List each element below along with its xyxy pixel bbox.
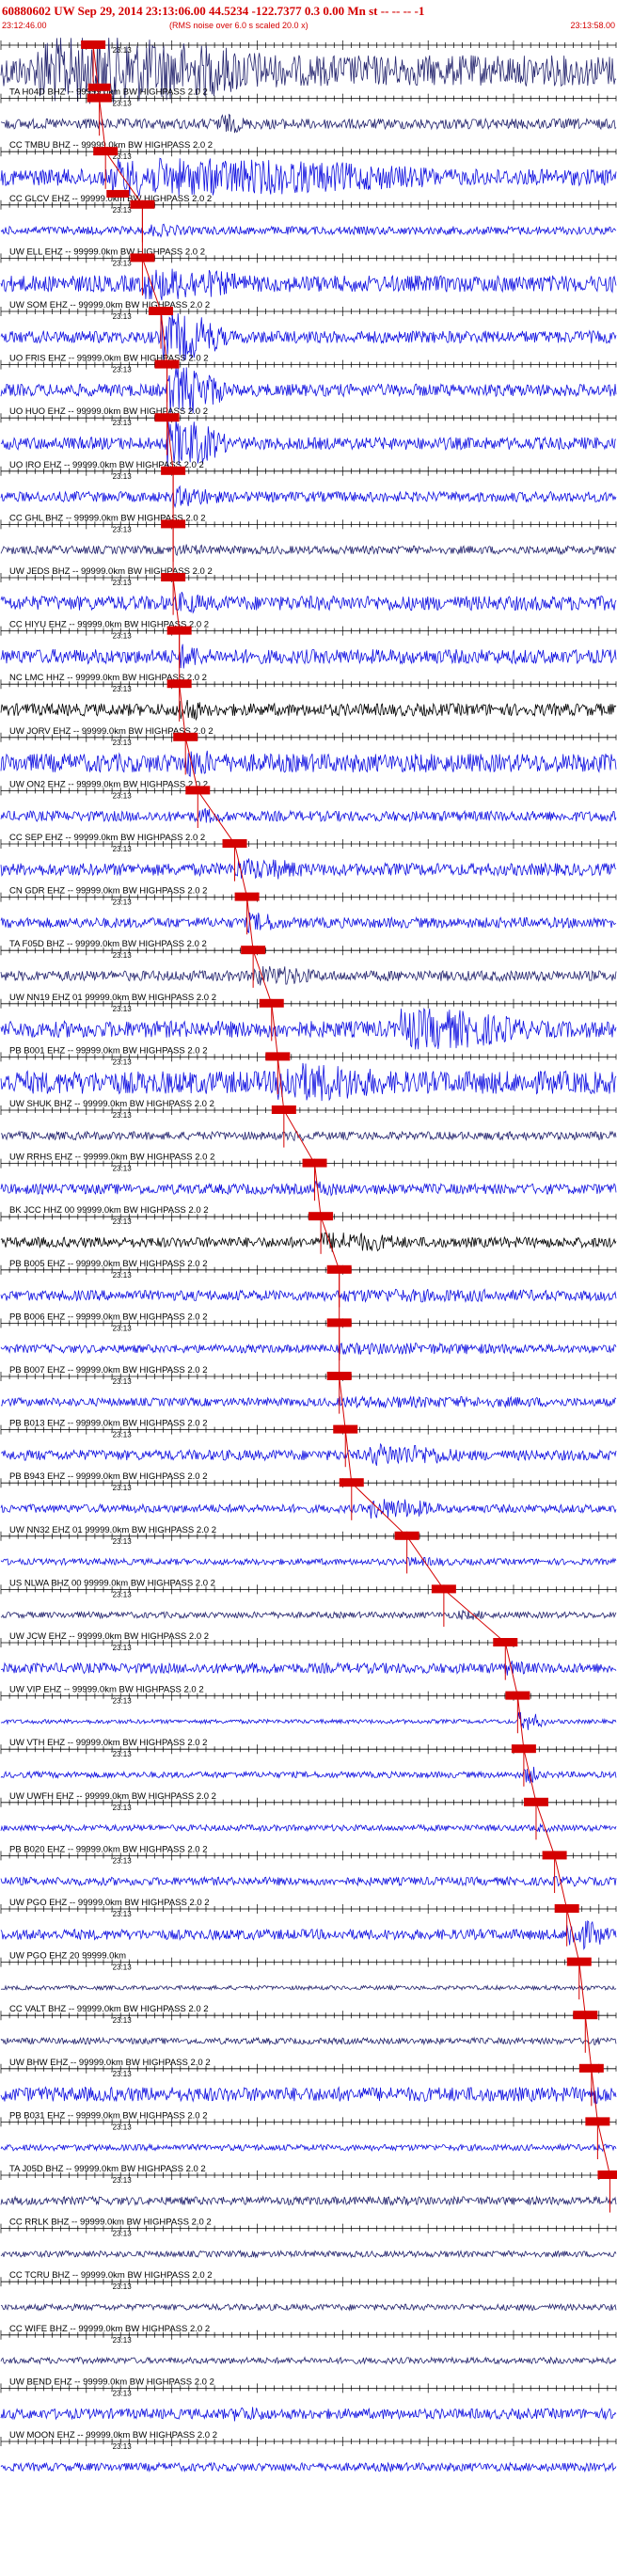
minute-marker: '23:13 [111, 1324, 132, 1332]
minute-marker: '23:13 [111, 1537, 132, 1546]
trace-label: UW ELL EHZ -- 99999.0km BW HIGHPASS 2.0 … [9, 246, 205, 257]
trace-label: CC WIFE BHZ -- 99999.0km BW HIGHPASS 2.0… [9, 2324, 210, 2334]
trace-label: PB B007 EHZ -- 99999.0km BW HIGHPASS 2.0… [9, 1365, 208, 1375]
trace-label: PB B006 EHZ -- 99999.0km BW HIGHPASS 2.0… [9, 1312, 208, 1322]
pick-marker-secondary [87, 83, 111, 91]
minute-marker: '23:13 [111, 2336, 132, 2345]
minute-marker: '23:13 [111, 791, 132, 800]
trace-label: UW RRHS EHZ -- 99999.0km BW HIGHPASS 2.0… [9, 1153, 214, 1163]
minute-marker: '23:13 [111, 1484, 132, 1492]
minute-marker: '23:13 [111, 1377, 132, 1386]
seismogram-sheet: 60880602 UW Sep 29, 2014 23:13:06.00 44.… [0, 0, 617, 2576]
trace-label: US NLWA BHZ 00 99999.0km BW HIGHPASS 2.0… [9, 1578, 215, 1588]
trace-label: PB B943 EHZ -- 99999.0km BW HIGHPASS 2.0… [9, 1471, 208, 1482]
trace-label: UW VTH EHZ -- 99999.0km BW HIGHPASS 2.0 … [9, 1738, 207, 1748]
minute-marker: '23:13 [111, 419, 132, 427]
trace-label: UW JCW EHZ -- 99999.0km BW HIGHPASS 2.0 … [9, 1631, 209, 1642]
minute-marker: '23:13 [111, 739, 132, 747]
minute-marker: '23:13 [111, 472, 132, 481]
trace-label: UW MOON EHZ -- 99999.0km BW HIGHPASS 2.0… [9, 2430, 217, 2441]
trace-label: CC RRLK BHZ -- 99999.0km BW HIGHPASS 2.0… [9, 2218, 212, 2228]
trace-label: TA F05D BHZ -- 99999.0km BW HIGHPASS 2.0… [9, 939, 207, 949]
trace-label: UW NN19 EHZ 01 99999.0km BW HIGHPASS 2.0… [9, 993, 216, 1003]
minute-marker: '23:13 [111, 579, 132, 587]
minute-marker: '23:13 [111, 1964, 132, 1972]
minute-marker: '23:13 [111, 632, 132, 641]
event-title: 60880602 UW Sep 29, 2014 23:13:06.00 44.… [2, 4, 424, 18]
trace-label: UW BEND EHZ -- 99999.0km BW HIGHPASS 2.0… [9, 2377, 214, 2387]
minute-marker: '23:13 [111, 1750, 132, 1758]
minute-marker: '23:13 [111, 1697, 132, 1706]
minute-marker: '23:13 [111, 1590, 132, 1598]
trace-label: UW VIP EHZ -- 99999.0km BW HIGHPASS 2.0 … [9, 1685, 204, 1695]
minute-marker: '23:13 [111, 898, 132, 907]
trace-label: UW PGO EHZ -- 99999.0km BW HIGHPASS 2.0 … [9, 1898, 210, 1908]
trace-label: CN GDR EHZ -- 99999.0km BW HIGHPASS 2.0 … [9, 886, 207, 897]
trace-label: PB B031 EHZ -- 99999.0km BW HIGHPASS 2.0… [9, 2110, 208, 2121]
minute-marker: '23:13 [111, 2282, 132, 2291]
trace-label: UW SHUK BHZ -- 99999.0km BW HIGHPASS 2.0… [9, 1099, 214, 1109]
trace-label: PB B020 EHZ -- 99999.0km BW HIGHPASS 2.0… [9, 1844, 208, 1854]
minute-marker: '23:13 [111, 100, 132, 108]
minute-marker: '23:13 [111, 1644, 132, 1652]
minute-marker: '23:13 [111, 2016, 132, 2025]
trace-label: PB B013 EHZ -- 99999.0km BW HIGHPASS 2.0… [9, 1419, 208, 1429]
minute-marker: '23:13 [111, 1217, 132, 1226]
minute-marker: '23:13 [111, 1111, 132, 1120]
minute-marker: '23:13 [111, 525, 132, 533]
trace-label: CC VALT BHZ -- 99999.0km BW HIGHPASS 2.0… [9, 2004, 209, 2014]
minute-marker: '23:13 [111, 2389, 132, 2397]
start-time-label: 23:12:46.00 [2, 21, 47, 30]
trace-label: CC SEP EHZ -- 99999.0km BW HIGHPASS 2.0 … [9, 833, 205, 843]
minute-marker: '23:13 [111, 845, 132, 853]
minute-marker: '23:13 [111, 312, 132, 321]
minute-marker: '23:13 [111, 685, 132, 693]
minute-marker: '23:13 [111, 2442, 132, 2451]
minute-marker: '23:13 [111, 1057, 132, 1066]
minute-marker: '23:13 [111, 1005, 132, 1013]
trace-label: TA J05D BHZ -- 99999.0km BW HIGHPASS 2.0… [9, 2164, 206, 2174]
trace-label: PB B001 EHZ -- 99999.0km BW HIGHPASS 2.0… [9, 1045, 208, 1056]
end-time-label: 23:13:58.00 [570, 21, 615, 30]
trace-label: UW UWFH EHZ -- 99999.0km BW HIGHPASS 2.0… [9, 1791, 216, 1802]
minute-marker: '23:13 [111, 259, 132, 267]
minute-marker: '23:13 [111, 951, 132, 960]
minute-marker: '23:13 [111, 366, 132, 374]
pick-marker-secondary [106, 189, 130, 198]
trace-label: PB B005 EHZ -- 99999.0km BW HIGHPASS 2.0… [9, 1259, 208, 1269]
pick-marker [597, 2171, 617, 2179]
minute-marker: '23:13 [111, 2230, 132, 2238]
sheet-background [0, 0, 617, 2576]
trace-label: UW ON2 EHZ -- 99999.0km BW HIGHPASS 2.0 … [9, 779, 208, 789]
minute-marker: '23:13 [111, 1165, 132, 1173]
minute-marker: '23:13 [111, 2070, 132, 2078]
trace-label: UW PGO EHZ 20 99999.0km [9, 1951, 126, 1962]
minute-marker: '23:13 [111, 1856, 132, 1865]
minute-marker: '23:13 [111, 1804, 132, 1812]
minute-marker: '23:13 [111, 2123, 132, 2131]
rms-note: (RMS noise over 6.0 s scaled 20.0 x) [169, 21, 308, 30]
minute-marker: '23:13 [111, 206, 132, 215]
minute-marker: '23:13 [111, 2176, 132, 2185]
minute-marker: '23:13 [111, 46, 132, 55]
minute-marker: '23:13 [111, 1431, 132, 1439]
minute-marker: '23:13 [111, 1271, 132, 1280]
trace-label: BK JCC HHZ 00 99999.0km BW HIGHPASS 2.0 … [9, 1205, 209, 1216]
trace-label: UW NN32 EHZ 01 99999.0km BW HIGHPASS 2.0… [9, 1525, 216, 1535]
trace-label: CC TCRU BHZ -- 99999.0km BW HIGHPASS 2.0… [9, 2270, 213, 2281]
trace-label: UW BHW EHZ -- 99999.0km BW HIGHPASS 2.0 … [9, 2058, 211, 2068]
minute-marker: '23:13 [111, 1910, 132, 1918]
trace-label: UW SOM EHZ -- 99999.0km BW HIGHPASS 2.0 … [9, 300, 210, 310]
